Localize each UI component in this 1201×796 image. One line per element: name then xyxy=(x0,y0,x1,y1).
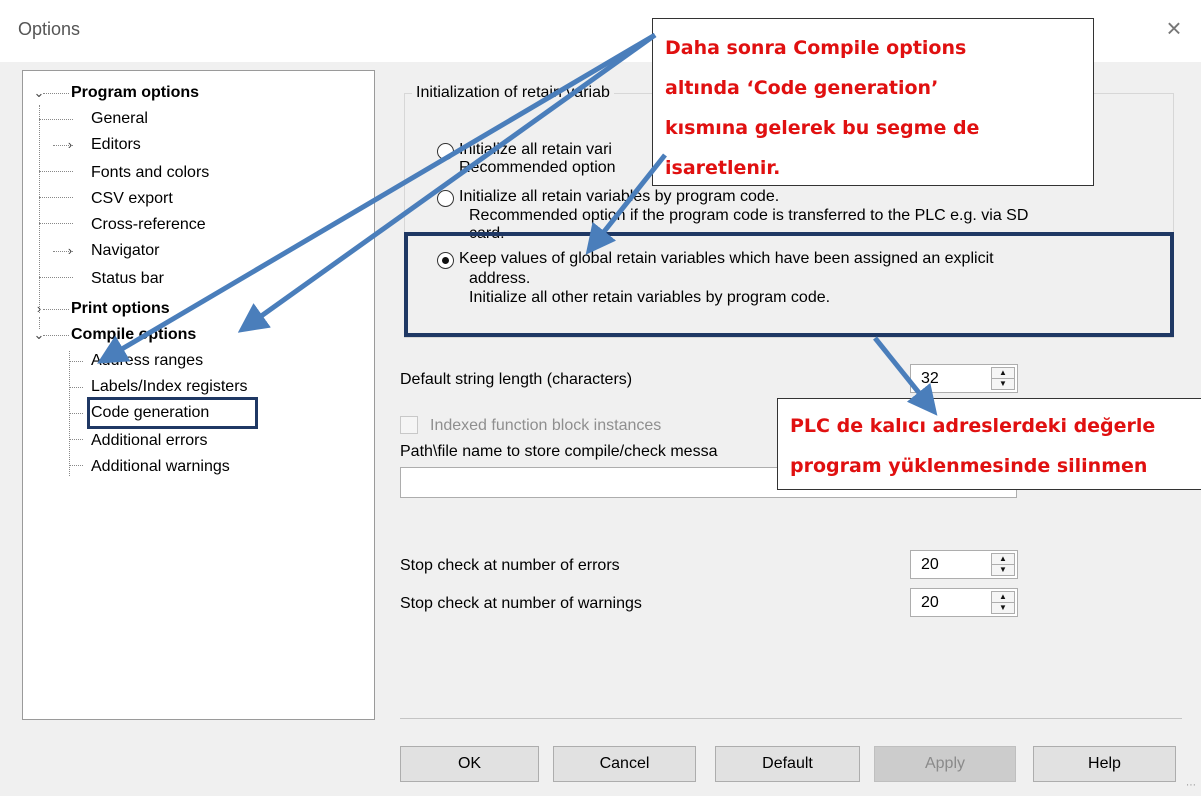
annotation-arrows xyxy=(97,32,938,416)
arrow-to-compile-options xyxy=(237,32,657,333)
arrow-to-bottom-callout xyxy=(873,336,938,416)
arrow-to-retain-option xyxy=(585,153,667,255)
arrow-to-tree-left xyxy=(97,32,657,364)
